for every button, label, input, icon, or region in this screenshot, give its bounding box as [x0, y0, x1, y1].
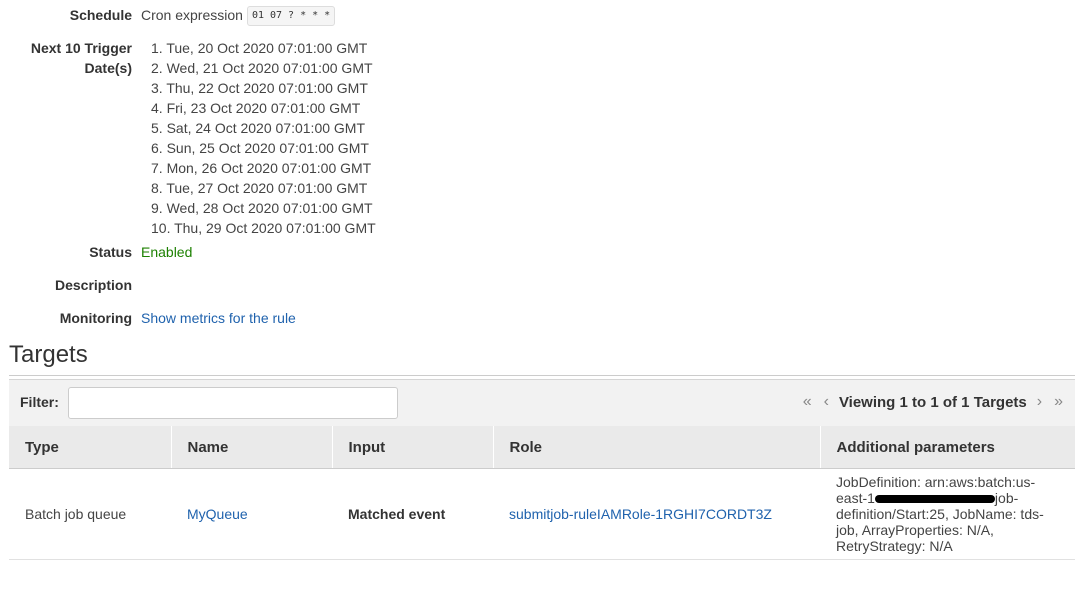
trigger-date: 2. Wed, 21 Oct 2020 07:01:00 GMT [151, 60, 373, 76]
status-value: Enabled [141, 244, 193, 260]
trigger-date: 8. Tue, 27 Oct 2020 07:01:00 GMT [151, 180, 368, 196]
pager-text: Viewing 1 to 1 of 1 Targets [838, 393, 1027, 411]
targets-table: Type Name Input Role Additional paramete… [9, 426, 1075, 560]
column-header-name[interactable]: Name [171, 426, 333, 469]
description-label: Description [54, 277, 132, 293]
schedule-value: Cron expression 01 07 ? * * * [141, 5, 336, 27]
trigger-date: 7. Mon, 26 Oct 2020 07:01:00 GMT [151, 160, 372, 176]
chevron-right-icon[interactable]: › [1031, 393, 1048, 411]
trigger-date: 6. Sun, 25 Oct 2020 07:01:00 GMT [151, 140, 369, 156]
trigger-date: 10. Thu, 29 Oct 2020 07:01:00 GMT [151, 220, 376, 236]
schedule-label: Schedule [69, 7, 132, 23]
double-chevron-right-icon[interactable]: » [1048, 393, 1069, 411]
chevron-left-icon[interactable]: ‹ [818, 393, 835, 411]
trigger-dates-label: Next 10 Trigger Date(s) [31, 38, 132, 78]
pagination: « ‹ Viewing 1 to 1 of 1 Targets › » [797, 393, 1069, 411]
trigger-label-line1: Next 10 Trigger [30, 40, 132, 56]
trigger-date: 9. Wed, 28 Oct 2020 07:01:00 GMT [151, 200, 373, 216]
monitoring-label: Monitoring [59, 310, 132, 326]
cell-name: MyQueue [171, 468, 332, 560]
role-link[interactable]: submitjob-ruleIAMRole-1RGHI7CORDT3Z [509, 506, 772, 522]
cell-role: submitjob-ruleIAMRole-1RGHI7CORDT3Z [493, 468, 820, 560]
queue-link[interactable]: MyQueue [187, 506, 248, 522]
trigger-date: 5. Sat, 24 Oct 2020 07:01:00 GMT [151, 120, 366, 136]
filter-input[interactable] [68, 387, 398, 419]
cell-additional-parameters: JobDefinition: arn:aws:batch:us-east-1 jo… [820, 468, 1075, 560]
column-header-input[interactable]: Input [332, 426, 494, 469]
schedule-type: Cron expression [141, 7, 243, 23]
cron-expression: 01 07 ? * * * [246, 6, 336, 27]
trigger-date: 3. Thu, 22 Oct 2020 07:01:00 GMT [151, 80, 368, 96]
section-divider [9, 375, 1075, 376]
double-chevron-left-icon[interactable]: « [797, 393, 818, 411]
column-header-type[interactable]: Type [9, 426, 172, 469]
trigger-date: 1. Tue, 20 Oct 2020 07:01:00 GMT [151, 40, 368, 56]
table-row: Batch job queue MyQueue Matched event su… [9, 468, 1075, 560]
column-header-additional-parameters[interactable]: Additional parameters [820, 426, 1075, 469]
targets-heading: Targets [9, 341, 88, 368]
trigger-dates-list: 1. Tue, 20 Oct 2020 07:01:00 GMT 2. Wed,… [151, 38, 376, 238]
show-metrics-link[interactable]: Show metrics for the rule [141, 310, 296, 326]
trigger-label-line2: Date(s) [84, 60, 132, 76]
column-header-role[interactable]: Role [493, 426, 821, 469]
monitoring-value: Show metrics for the rule [141, 308, 296, 328]
cell-input: Matched event [332, 468, 493, 560]
filter-label: Filter: [20, 394, 59, 410]
trigger-date: 4. Fri, 23 Oct 2020 07:01:00 GMT [151, 100, 361, 116]
table-header-row: Type Name Input Role Additional paramete… [9, 426, 1075, 469]
filter-bar: Filter: « ‹ Viewing 1 to 1 of 1 Targets … [9, 379, 1075, 427]
redaction-mark [874, 495, 995, 504]
status-label: Status [89, 244, 132, 260]
cell-type: Batch job queue [9, 468, 171, 560]
